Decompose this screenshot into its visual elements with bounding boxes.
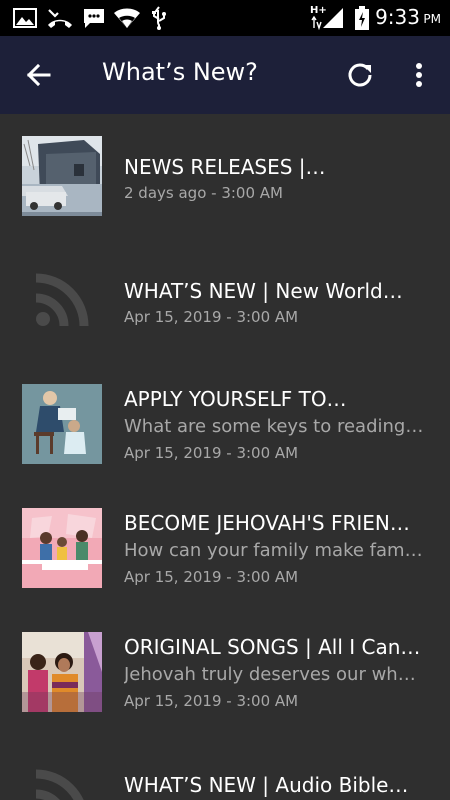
wifi-icon: [112, 6, 142, 30]
reading-illustration-thumbnail: [22, 384, 102, 464]
refresh-icon[interactable]: [344, 59, 376, 91]
list-item-title: ORIGINAL SONGS | All I Can…: [124, 635, 421, 659]
image-icon: [12, 6, 38, 30]
women-photo-thumbnail: [22, 632, 102, 712]
page-title: What’s New?: [102, 58, 258, 86]
list-item-subtitle: Jehovah truly deserves our whol…: [124, 664, 424, 685]
house-photo-thumbnail: [22, 136, 102, 216]
app-bar: What’s New?: [0, 36, 450, 114]
list-item[interactable]: APPLY YOURSELF TO… What are some keys to…: [0, 384, 450, 464]
status-bar: H+ 9:33 PM: [0, 0, 450, 36]
list-item-text: ORIGINAL SONGS | All I Can… Jehovah trul…: [124, 635, 424, 711]
list-item-date: Apr 15, 2019 - 3:00 AM: [124, 308, 299, 326]
list-item[interactable]: BECOME JEHOVAH'S FRIEN… How can your fam…: [0, 508, 450, 588]
list-item-date: Apr 15, 2019 - 3:00 AM: [124, 568, 299, 586]
status-ampm: PM: [423, 12, 441, 26]
family-illustration-thumbnail: [22, 508, 102, 588]
rss-icon: [22, 260, 102, 340]
list-item-title: NEWS RELEASES |…: [124, 155, 326, 179]
list-item-text: NEWS RELEASES |… 2 days ago - 3:00 AM: [124, 155, 424, 203]
list-item-text: WHAT’S NEW | Audio Bible…: [124, 773, 424, 797]
list-item-text: BECOME JEHOVAH'S FRIEN… How can your fam…: [124, 511, 424, 587]
list-item-date: Apr 15, 2019 - 3:00 AM: [124, 692, 299, 710]
list-item-text: APPLY YOURSELF TO… What are some keys to…: [124, 387, 424, 463]
list-item-text: WHAT’S NEW | New World… Apr 15, 2019 - 3…: [124, 279, 424, 327]
list-item-subtitle: How can your family make famil…: [124, 540, 424, 561]
more-vert-icon[interactable]: [403, 59, 435, 91]
news-list: NEWS RELEASES |… 2 days ago - 3:00 AM WH…: [0, 114, 450, 800]
status-time: 9:33: [375, 5, 420, 29]
list-item-title: WHAT’S NEW | New World…: [124, 279, 403, 303]
list-item-subtitle: What are some keys to reading…: [124, 416, 424, 437]
list-item-title: WHAT’S NEW | Audio Bible…: [124, 773, 409, 797]
list-item-date: Apr 15, 2019 - 3:00 AM: [124, 444, 299, 462]
list-item[interactable]: WHAT’S NEW | Audio Bible…: [0, 756, 450, 800]
battery-icon: [353, 6, 371, 30]
missed-call-icon: [46, 6, 74, 30]
list-item[interactable]: NEWS RELEASES |… 2 days ago - 3:00 AM: [0, 136, 450, 216]
signal-icon: H+: [310, 6, 344, 30]
rss-icon: [22, 756, 102, 800]
list-item[interactable]: WHAT’S NEW | New World… Apr 15, 2019 - 3…: [0, 260, 450, 340]
list-item-date: 2 days ago - 3:00 AM: [124, 184, 283, 202]
list-item[interactable]: ORIGINAL SONGS | All I Can… Jehovah trul…: [0, 632, 450, 712]
network-type-label: H+: [310, 5, 327, 16]
message-icon: [81, 6, 107, 30]
arrow-back-icon[interactable]: [22, 59, 54, 91]
list-item-title: BECOME JEHOVAH'S FRIEN…: [124, 511, 410, 535]
usb-icon: [148, 6, 170, 30]
list-item-title: APPLY YOURSELF TO…: [124, 387, 347, 411]
